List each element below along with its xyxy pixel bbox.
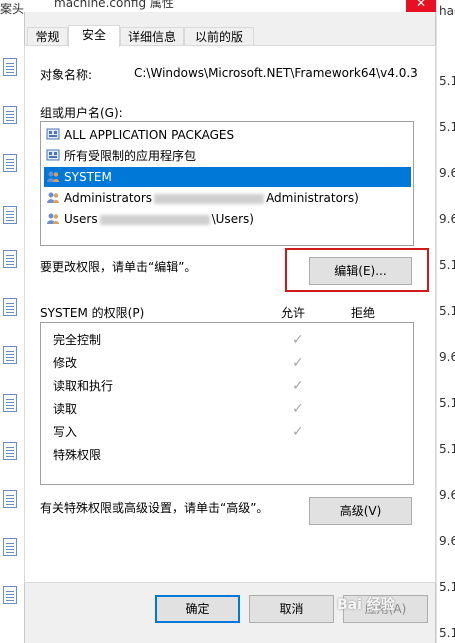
permission-name: 读取 [53,402,78,416]
users-group-icon [47,171,59,182]
permission-name: 完全控制 [53,333,102,347]
title-bar[interactable]: machine.config 属性 [24,0,436,12]
background-version-text: 5.1 [439,304,455,318]
permission-name: 修改 [53,356,78,370]
watermark: Bai 经验 [337,597,395,613]
background-version-text: 5.1 [439,396,455,410]
background-version-text: 5.1 [439,442,455,456]
permissions-list: 完全控制 ✓ 修改 ✓ 读取和执行 ✓ 读取 ✓ 写入 ✓ 特殊权限 [40,322,414,485]
change-permissions-hint: 要更改权限，请单击“编辑”。 [40,260,197,274]
background-file-list-left: 案头 [0,0,25,643]
background-version-text: 5.1 [439,120,455,134]
check-icon: ✓ [292,332,304,348]
list-item-label: 所有受限制的应用程序包 [64,149,197,163]
list-item-system[interactable]: SYSTEM [44,167,411,187]
background-file-list-right: hac 5.1 5.1 9.6 9.6 5.1 5.1 9.6 5.1 5.1 … [436,0,455,643]
background-version-text: hac [439,4,455,18]
groups-listbox[interactable]: ALL APPLICATION PACKAGES 所有受限制的应用程序包 SYS… [40,121,414,246]
list-item-restricted-app-packages[interactable]: 所有受限制的应用程序包 [44,146,411,166]
permission-row-special: 特殊权限 [53,445,413,465]
background-version-text: 9.6 [439,534,455,548]
permission-row-full-control: 完全控制 ✓ [53,330,413,350]
tab-security[interactable]: 安全 [68,25,120,47]
background-version-text: 5.1 [439,580,455,594]
groups-label: 组或用户名(G): [40,106,123,120]
close-icon: ✕ [416,0,427,10]
file-icon [3,154,17,172]
tab-general[interactable]: 常规 [27,27,68,46]
permission-row-read: 读取 ✓ [53,399,413,419]
cancel-button[interactable]: 取消 [249,595,334,623]
background-header-text: 案头 [0,2,25,16]
file-icon [3,106,17,124]
tab-bar: 常规 安全 详细信息 以前的版本 [24,25,436,63]
edit-button[interactable]: 编辑(E)... [309,257,412,285]
background-version-text: 9.6 [439,212,455,226]
list-item-label: SYSTEM [64,170,112,184]
list-item-label-group: Users \Users) [64,209,254,229]
file-icon [3,442,17,460]
ok-button[interactable]: 确定 [155,595,240,623]
file-icon [3,58,17,76]
advanced-settings-hint: 有关特殊权限或高级设置，请单击“高级”。 [40,501,269,515]
permissions-title: SYSTEM 的权限(P) [40,306,145,320]
list-item-suffix: \Users) [211,212,254,226]
permission-name: 写入 [53,425,78,439]
permission-row-modify: 修改 ✓ [53,353,413,373]
file-icon [3,206,17,224]
permission-name: 特殊权限 [53,448,102,462]
close-button[interactable]: ✕ [406,0,436,12]
permission-name: 读取和执行 [53,379,114,393]
background-version-text: 9.6 [439,488,455,502]
list-item-all-application-packages[interactable]: ALL APPLICATION PACKAGES [44,125,411,145]
background-version-text: 9.6 [439,350,455,364]
file-icon [3,250,17,268]
check-icon: ✓ [292,401,304,417]
advanced-button[interactable]: 高级(V) [309,497,412,525]
permission-row-write: 写入 ✓ [53,422,413,442]
file-icon [3,394,17,412]
check-icon: ✓ [292,424,304,440]
file-icon [3,490,17,508]
file-icon [3,346,17,364]
object-name-value: C:\Windows\Microsoft.NET\Framework64\v4.… [134,66,418,80]
file-icon [3,586,17,604]
list-item-users[interactable]: Users \Users) [44,209,411,229]
app-packages-icon [46,128,60,140]
tab-previous-versions[interactable]: 以前的版本 [184,27,254,63]
file-icon [3,298,17,316]
permission-row-read-execute: 读取和执行 ✓ [53,376,413,396]
redacted-text [154,193,265,204]
check-icon: ✓ [292,355,304,371]
list-item-label: ALL APPLICATION PACKAGES [64,128,235,142]
background-version-text: 5.1 [439,258,455,272]
background-version-text: 5.1 [439,74,455,88]
tab-details[interactable]: 详细信息 [120,27,184,46]
deny-header: 拒绝 [351,306,376,320]
users-group-icon [47,213,59,224]
app-packages-icon [46,149,60,161]
users-group-icon [47,192,59,203]
object-name-label: 对象名称: [40,68,93,82]
list-item-label: Users [64,212,98,226]
list-item-suffix: Administrators) [266,191,359,205]
allow-header: 允许 [281,306,306,320]
file-icon [3,538,17,556]
background-version-text: 5.1 [439,626,455,640]
list-item-label-group: Administrators Administrators) [64,188,359,208]
check-icon: ✓ [292,378,304,394]
background-version-text: 9.6 [439,166,455,180]
list-item-label: Administrators [64,191,153,205]
redacted-text [99,214,210,225]
list-item-administrators[interactable]: Administrators Administrators) [44,188,411,208]
window-title: machine.config 属性 [54,0,174,10]
